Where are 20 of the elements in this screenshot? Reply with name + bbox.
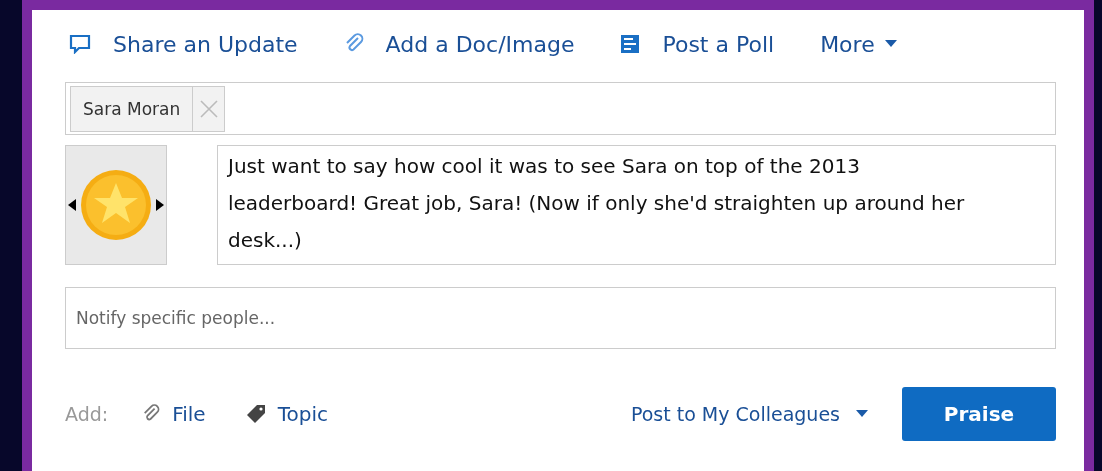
poll-icon <box>620 34 641 54</box>
tab[interactable]: Add a Doc/Image <box>343 31 575 57</box>
speech-bubble-icon <box>69 34 91 54</box>
praise-button[interactable]: Praise <box>902 387 1056 441</box>
audience-dropdown[interactable]: Post to My Colleagues <box>630 403 868 425</box>
notify-field[interactable]: Notify specific people... <box>65 287 1056 349</box>
more-menu[interactable]: More <box>820 31 897 57</box>
recipient-field[interactable]: Sara Moran <box>65 82 1056 135</box>
badge-picker[interactable] <box>65 145 167 265</box>
close-icon <box>198 98 219 119</box>
topic-link[interactable]: Topic <box>245 402 328 426</box>
file-link[interactable]: File <box>142 402 206 426</box>
recipient-name: Sara Moran <box>82 97 182 121</box>
add-label: Add: <box>65 403 109 425</box>
message-text[interactable]: Just want to say how cool it was to see Sara on top of the 2013 leaderboard! Great job, Sara! (Now if only she'd straighten up around her desk...) <box>217 145 1056 265</box>
tab[interactable]: Post a Poll <box>620 31 775 57</box>
tab[interactable]: Share an Update <box>69 31 298 57</box>
tag-icon <box>245 404 266 424</box>
caret-icon <box>856 410 868 418</box>
caret-icon <box>884 40 897 48</box>
